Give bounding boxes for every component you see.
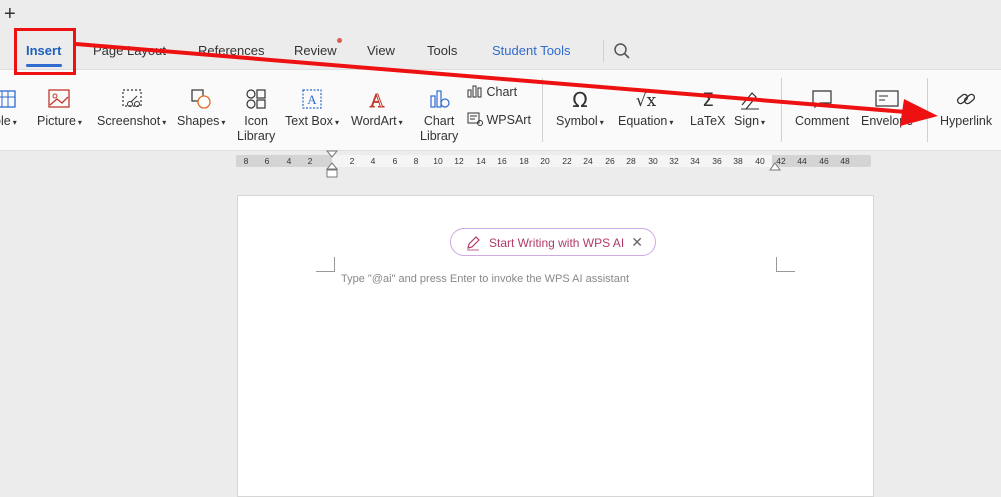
- annotation-arrow: [75, 42, 938, 126]
